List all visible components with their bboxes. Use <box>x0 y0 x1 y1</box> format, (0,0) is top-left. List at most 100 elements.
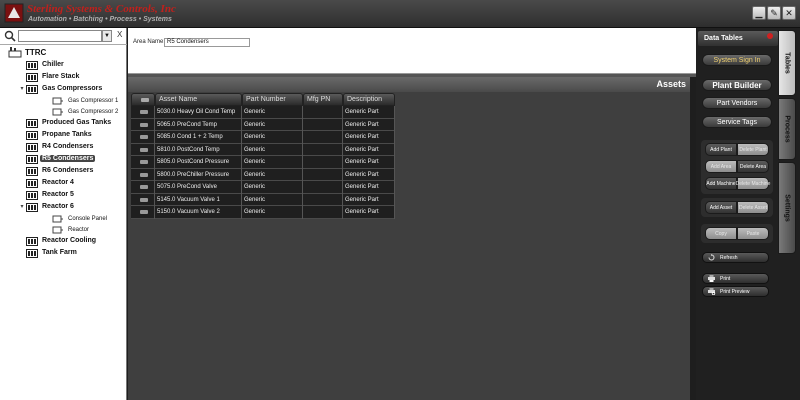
cell-part-number: Generic <box>242 156 303 169</box>
select-all-column[interactable] <box>131 93 155 106</box>
tree-node[interactable]: Tank Farm <box>18 247 79 258</box>
tree-node[interactable]: Reactor 4 <box>18 177 76 188</box>
table-row[interactable]: 5805.0 PostCond Pressure Generic Generic P… <box>131 156 395 169</box>
delete-asset-button[interactable]: Delete Asset <box>737 201 769 214</box>
refresh-icon <box>708 254 715 261</box>
add-machine-button[interactable]: Add Machine <box>705 177 737 190</box>
cell-description: Generic Part <box>343 168 395 181</box>
plant-icon <box>8 47 22 58</box>
delete-plant-button[interactable]: Delete Plant <box>737 143 769 156</box>
row-selector[interactable] <box>131 143 155 156</box>
close-button[interactable]: ✕ <box>782 6 796 20</box>
row-selector[interactable] <box>131 193 155 206</box>
cell-mfg-pn <box>303 168 343 181</box>
tab-process[interactable]: Process <box>778 98 796 160</box>
folder-icon <box>26 178 38 188</box>
row-selector[interactable] <box>131 156 155 169</box>
row-selector[interactable] <box>131 106 155 119</box>
folder-icon <box>26 236 38 246</box>
tab-tables[interactable]: Tables <box>778 30 796 96</box>
cell-description: Generic Part <box>343 206 395 219</box>
cell-mfg-pn <box>303 206 343 219</box>
folder-icon <box>26 166 38 176</box>
add-asset-button[interactable]: Add Asset <box>705 201 737 214</box>
tree-root-label: TTRC <box>25 47 47 57</box>
clear-search-button[interactable]: X <box>117 30 122 39</box>
row-selector[interactable] <box>131 168 155 181</box>
table-row[interactable]: 5030.0 Heavy Oil Cond Temp Generic Generic… <box>131 106 395 119</box>
cell-description: Generic Part <box>343 106 395 119</box>
cell-asset-name: 5145.0 Vacuum Valve 1 <box>155 193 242 206</box>
actions-panel: Data Tables System Sign In Plant Builder… <box>696 28 800 400</box>
settings-button[interactable]: ✎ <box>767 6 781 20</box>
tree-node[interactable]: ▾ Gas Compressors <box>18 83 104 94</box>
collapse-arrow-icon[interactable]: ▾ <box>18 85 26 92</box>
table-row[interactable]: 5085.0 Cond 1 + 2 Temp Generic Generic Par… <box>131 131 395 144</box>
tree-node[interactable]: Flare Stack <box>18 71 81 82</box>
folder-icon <box>26 202 38 212</box>
system-sign-in-button[interactable]: System Sign In <box>702 54 772 66</box>
delete-machine-button[interactable]: Delete Machine <box>736 177 770 190</box>
table-header: Asset Name Part Number Mfg PN Descriptio… <box>131 93 395 106</box>
add-plant-button[interactable]: Add Plant <box>705 143 737 156</box>
print-button[interactable]: Print <box>702 273 769 284</box>
row-selector[interactable] <box>131 206 155 219</box>
tree-node[interactable]: Produced Gas Tanks <box>18 117 113 128</box>
row-selector[interactable] <box>131 181 155 194</box>
copy-button[interactable]: Copy <box>705 227 737 240</box>
cell-description: Generic Part <box>343 181 395 194</box>
table-row[interactable]: 5800.0 PreChiller Pressure Generic Generic… <box>131 168 395 181</box>
table-row[interactable]: 5075.0 PreCond Valve Generic Generic Part <box>131 181 395 194</box>
search-input[interactable] <box>18 30 102 42</box>
delete-area-button[interactable]: Delete Area <box>737 160 769 173</box>
cell-part-number: Generic <box>242 143 303 156</box>
table-row[interactable]: 5810.0 PostCond Temp Generic Generic Part <box>131 143 395 156</box>
table-row[interactable]: 5150.0 Vacuum Valve 2 Generic Generic Part <box>131 206 395 219</box>
plant-edit-group: Add Plant Delete Plant Add Area Delete A… <box>701 140 773 194</box>
tree-node[interactable]: ▾ Reactor 6 <box>18 201 76 212</box>
tree-child-node[interactable]: Gas Compressor 1 <box>52 95 120 106</box>
tree-child-node[interactable]: Console Panel <box>52 213 109 224</box>
tree-child-node[interactable]: Gas Compressor 2 <box>52 106 120 117</box>
minimize-button[interactable]: ▁ <box>752 6 766 20</box>
tree-node[interactable]: R5 Condensers <box>18 153 96 164</box>
tree-node[interactable]: Propane Tanks <box>18 129 94 140</box>
column-description[interactable]: Description <box>343 93 395 106</box>
plant-tree-panel: ▼ X TTRC Chiller Flare Stack ▾ Gas Compress… <box>0 28 127 400</box>
tree-node[interactable]: R4 Condensers <box>18 141 95 152</box>
refresh-button[interactable]: Refresh <box>702 252 769 263</box>
part-vendors-button[interactable]: Part Vendors <box>702 97 772 109</box>
row-selector[interactable] <box>131 118 155 131</box>
print-preview-button[interactable]: Print Preview <box>702 286 769 297</box>
column-asset-name[interactable]: Asset Name <box>155 93 242 106</box>
search-icon[interactable] <box>4 30 16 42</box>
table-row[interactable]: 5145.0 Vacuum Valve 1 Generic Generic Part <box>131 193 395 206</box>
tree-node[interactable]: R6 Condensers <box>18 165 95 176</box>
row-selector[interactable] <box>131 131 155 144</box>
paste-button[interactable]: Paste <box>737 227 769 240</box>
tree-node-label: Produced Gas Tanks <box>42 119 112 126</box>
cell-asset-name: 5810.0 PostCond Temp <box>155 143 242 156</box>
cell-description: Generic Part <box>343 131 395 144</box>
tree-node[interactable]: Reactor 5 <box>18 189 76 200</box>
collapse-arrow-icon[interactable]: ▾ <box>18 203 26 210</box>
device-icon <box>52 215 63 222</box>
tree-node-label: R6 Condensers <box>42 167 94 174</box>
cell-asset-name: 5800.0 PreChiller Pressure <box>155 168 242 181</box>
tree-node[interactable]: Chiller <box>18 59 66 70</box>
search-dropdown-button[interactable]: ▼ <box>102 30 112 42</box>
plant-builder-button[interactable]: Plant Builder <box>702 79 772 91</box>
cell-mfg-pn <box>303 143 343 156</box>
column-mfg-pn[interactable]: Mfg PN <box>303 93 343 106</box>
service-tags-button[interactable]: Service Tags <box>702 116 772 128</box>
column-part-number[interactable]: Part Number <box>242 93 303 106</box>
area-name-field[interactable]: R5 Condensers <box>164 38 250 47</box>
tab-settings[interactable]: Settings <box>778 162 796 254</box>
tree-child-node[interactable]: Reactor <box>52 224 91 235</box>
table-row[interactable]: 5065.0 PreCond Temp Generic Generic Part <box>131 118 395 131</box>
add-area-button[interactable]: Add Area <box>705 160 737 173</box>
tree-node[interactable]: Reactor Cooling <box>18 235 98 246</box>
tree-root[interactable]: TTRC <box>8 46 46 58</box>
logo-icon <box>4 3 24 23</box>
data-tables-header: Data Tables <box>698 31 778 46</box>
